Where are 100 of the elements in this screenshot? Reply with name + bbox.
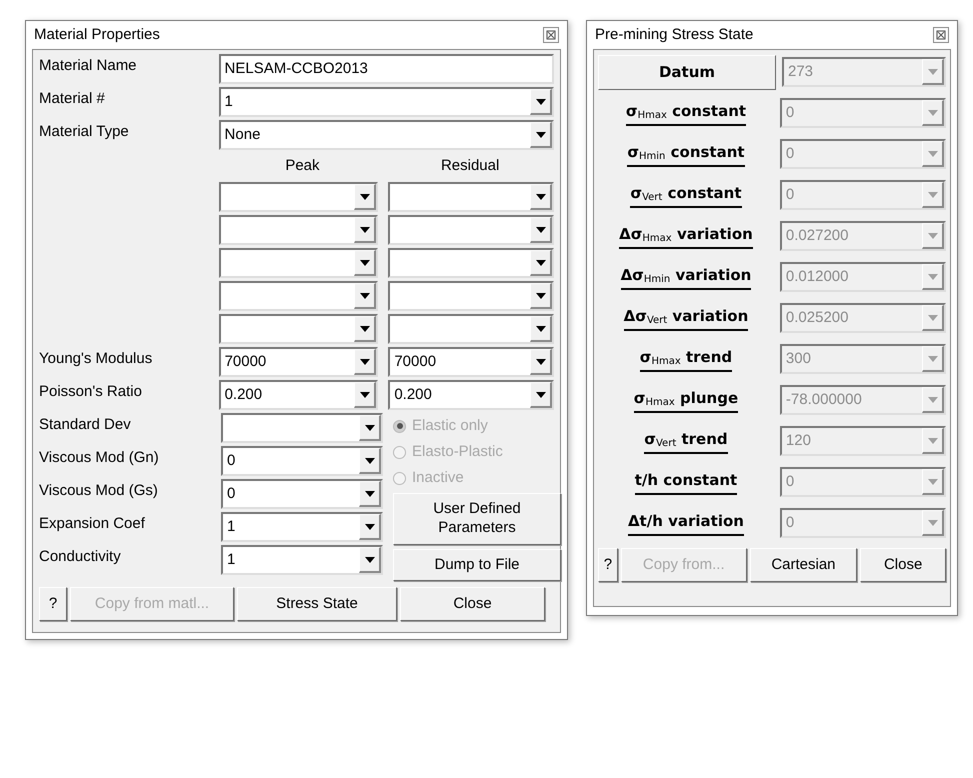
window-title: Pre-mining Stress State <box>595 24 754 45</box>
dropdown-field[interactable] <box>218 314 378 344</box>
field-label: Material Type <box>39 123 129 140</box>
caret-icon <box>928 192 938 198</box>
dropdown-button[interactable] <box>530 382 552 408</box>
field-label: σ$_{Vert}$ trend <box>644 428 728 454</box>
dropdown-field[interactable]: 0 <box>221 446 383 476</box>
dropdown-field[interactable] <box>221 413 383 443</box>
field-label: Δσ$_{Hmin}$ variation <box>620 264 752 290</box>
caret-icon <box>360 292 370 298</box>
caret-icon <box>928 520 938 526</box>
field-label: σ$_{Hmin}$ constant <box>627 140 745 168</box>
dropdown-button[interactable] <box>359 415 381 441</box>
dropdown-button[interactable] <box>354 217 376 243</box>
dropdown-button[interactable] <box>530 122 552 148</box>
dropdown-button[interactable] <box>354 250 376 276</box>
dropdown-field[interactable] <box>388 248 554 278</box>
dropdown-field[interactable]: None <box>218 120 554 150</box>
dropdown-field[interactable]: 0.200 <box>218 380 378 410</box>
dropdown-field[interactable] <box>218 281 378 311</box>
close-icon[interactable] <box>933 27 949 43</box>
caret-icon <box>928 478 938 484</box>
button[interactable]: Stress State <box>237 587 397 621</box>
dropdown-field[interactable] <box>218 248 378 278</box>
caret-icon <box>364 490 374 496</box>
caret-icon <box>536 98 546 104</box>
field-label: σ$_{Hmax}$ constant <box>626 100 746 126</box>
caret-icon <box>928 274 938 280</box>
caret-icon <box>928 314 938 320</box>
dropdown-field[interactable]: 70000 <box>388 347 554 377</box>
dropdown-field[interactable]: 0 <box>221 479 383 509</box>
dropdown-button[interactable] <box>354 316 376 342</box>
dropdown-field[interactable] <box>388 281 554 311</box>
field-label: Poisson's Ratio <box>39 383 142 400</box>
caret-icon <box>360 260 370 266</box>
caret-icon <box>360 226 370 232</box>
button[interactable]: User Defined Parameters <box>393 493 561 545</box>
dropdown-button[interactable] <box>354 349 376 375</box>
button[interactable]: ? <box>598 548 618 582</box>
caret-icon <box>364 524 374 530</box>
caret-icon <box>536 260 546 266</box>
dropdown-button[interactable] <box>359 547 381 573</box>
text-field[interactable]: NELSAM-CCBO2013 <box>218 54 554 84</box>
dropdown-button[interactable] <box>359 448 381 474</box>
caret-icon <box>928 110 938 116</box>
caret-icon <box>536 358 546 364</box>
dropdown-field[interactable]: 70000 <box>218 347 378 377</box>
column-header: Residual <box>440 156 500 176</box>
caret-icon <box>360 392 370 398</box>
dropdown-button[interactable] <box>354 382 376 408</box>
dropdown-field[interactable] <box>388 215 554 245</box>
dropdown-button[interactable] <box>530 184 552 210</box>
button[interactable]: Cartesian <box>750 548 858 582</box>
dropdown-button[interactable] <box>359 481 381 507</box>
caret-icon <box>364 424 374 430</box>
dropdown-field[interactable]: 1 <box>218 87 554 117</box>
datum-button[interactable]: Datum <box>598 54 776 90</box>
dropdown-field[interactable] <box>388 314 554 344</box>
dropdown-button[interactable] <box>530 283 552 309</box>
button[interactable]: Close <box>400 587 545 621</box>
dropdown-field[interactable] <box>218 215 378 245</box>
field-label: Δt/h variation <box>628 510 744 536</box>
button[interactable]: Close <box>860 548 946 582</box>
caret-icon <box>536 226 546 232</box>
button[interactable]: Dump to File <box>393 549 561 581</box>
caret-icon <box>536 392 546 398</box>
caret-icon <box>928 232 938 238</box>
caret-icon <box>536 194 546 200</box>
dropdown-field[interactable] <box>218 182 378 212</box>
radio-label: Inactive <box>412 468 464 488</box>
caret-icon <box>536 326 546 332</box>
field-label: Material Name <box>39 57 137 74</box>
dropdown-field[interactable] <box>388 182 554 212</box>
radio-label: Elastic only <box>412 416 488 436</box>
dropdown-button[interactable] <box>530 217 552 243</box>
field-label: Δσ$_{Hmax}$ variation <box>619 222 753 250</box>
dropdown-field[interactable]: 0.200 <box>388 380 554 410</box>
dropdown-button[interactable] <box>530 89 552 115</box>
caret-icon <box>364 556 374 562</box>
field-label: Material # <box>39 90 105 107</box>
dropdown-button[interactable] <box>354 283 376 309</box>
caret-icon <box>536 132 546 138</box>
field-label: Conductivity <box>39 548 121 565</box>
radio-label: Elasto-Plastic <box>412 442 503 462</box>
dropdown-button[interactable] <box>530 250 552 276</box>
column-header: Peak <box>285 156 320 176</box>
dropdown-field[interactable]: 1 <box>221 545 383 575</box>
dropdown-field[interactable]: 1 <box>221 512 383 542</box>
dropdown-button[interactable] <box>530 316 552 342</box>
field-label: σ$_{Hmax}$ trend <box>640 346 732 372</box>
caret-icon <box>360 326 370 332</box>
field-label: Standard Dev <box>39 416 131 433</box>
dropdown-button[interactable] <box>359 514 381 540</box>
field-label: σ$_{Hmax}$ plunge <box>634 386 738 414</box>
field-label: σ$_{Vert}$ constant <box>630 182 742 208</box>
button[interactable]: ? <box>39 587 67 621</box>
close-icon[interactable] <box>543 27 559 43</box>
dropdown-button[interactable] <box>354 184 376 210</box>
caret-icon <box>360 194 370 200</box>
dropdown-button[interactable] <box>530 349 552 375</box>
